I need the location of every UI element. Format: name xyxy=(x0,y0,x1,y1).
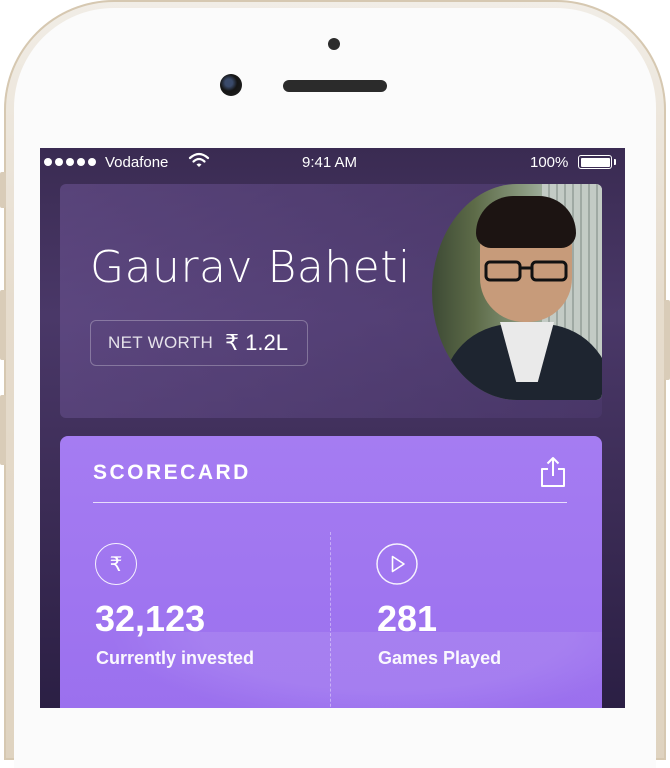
net-worth-badge[interactable]: NET WORTH ₹ 1.2L xyxy=(90,320,308,366)
earpiece-speaker xyxy=(283,80,387,92)
mute-switch xyxy=(0,172,6,208)
net-worth-value: ₹ 1.2L xyxy=(225,330,288,355)
proximity-sensor xyxy=(328,38,340,50)
profile-card[interactable]: Gaurav Baheti NET WORTH ₹ 1.2L xyxy=(60,184,602,418)
status-time: 9:41 AM xyxy=(302,154,358,171)
games-played-value: 281 xyxy=(377,598,438,639)
power-button xyxy=(664,300,670,380)
wifi-icon xyxy=(188,152,210,167)
battery-percentage: 100% xyxy=(530,154,569,171)
play-icon xyxy=(376,543,418,585)
currently-invested-label: Currently invested xyxy=(96,648,255,668)
games-played-label: Games Played xyxy=(378,648,502,668)
status-bar: Vodafone 9:41 AM 100% xyxy=(40,148,625,178)
scorecard-panel: SCORECARD ₹ 32,123 Currently invested 28… xyxy=(60,436,602,708)
avatar-glasses xyxy=(484,260,568,282)
volume-down-button xyxy=(0,395,6,465)
scorecard-title: SCORECARD xyxy=(93,461,251,484)
net-worth-label: NET WORTH xyxy=(108,333,214,352)
scorecard-divider xyxy=(93,502,567,503)
battery-icon xyxy=(578,155,612,169)
share-icon[interactable] xyxy=(540,456,566,488)
avatar[interactable] xyxy=(432,184,602,400)
avatar-hair xyxy=(476,196,576,248)
volume-up-button xyxy=(0,290,6,360)
signal-strength-icon xyxy=(44,158,96,166)
currently-invested-value: 32,123 xyxy=(95,598,206,639)
front-camera xyxy=(220,74,242,96)
stats-column-divider xyxy=(330,532,331,708)
battery-tip xyxy=(614,159,616,165)
user-name: Gaurav Baheti xyxy=(90,242,411,293)
app-screen: Vodafone 9:41 AM 100% Gaurav Baheti NET … xyxy=(40,148,625,708)
rupee-icon: ₹ xyxy=(95,543,137,585)
scorecard-wave-decoration xyxy=(60,632,602,708)
carrier-name: Vodafone xyxy=(105,154,169,171)
